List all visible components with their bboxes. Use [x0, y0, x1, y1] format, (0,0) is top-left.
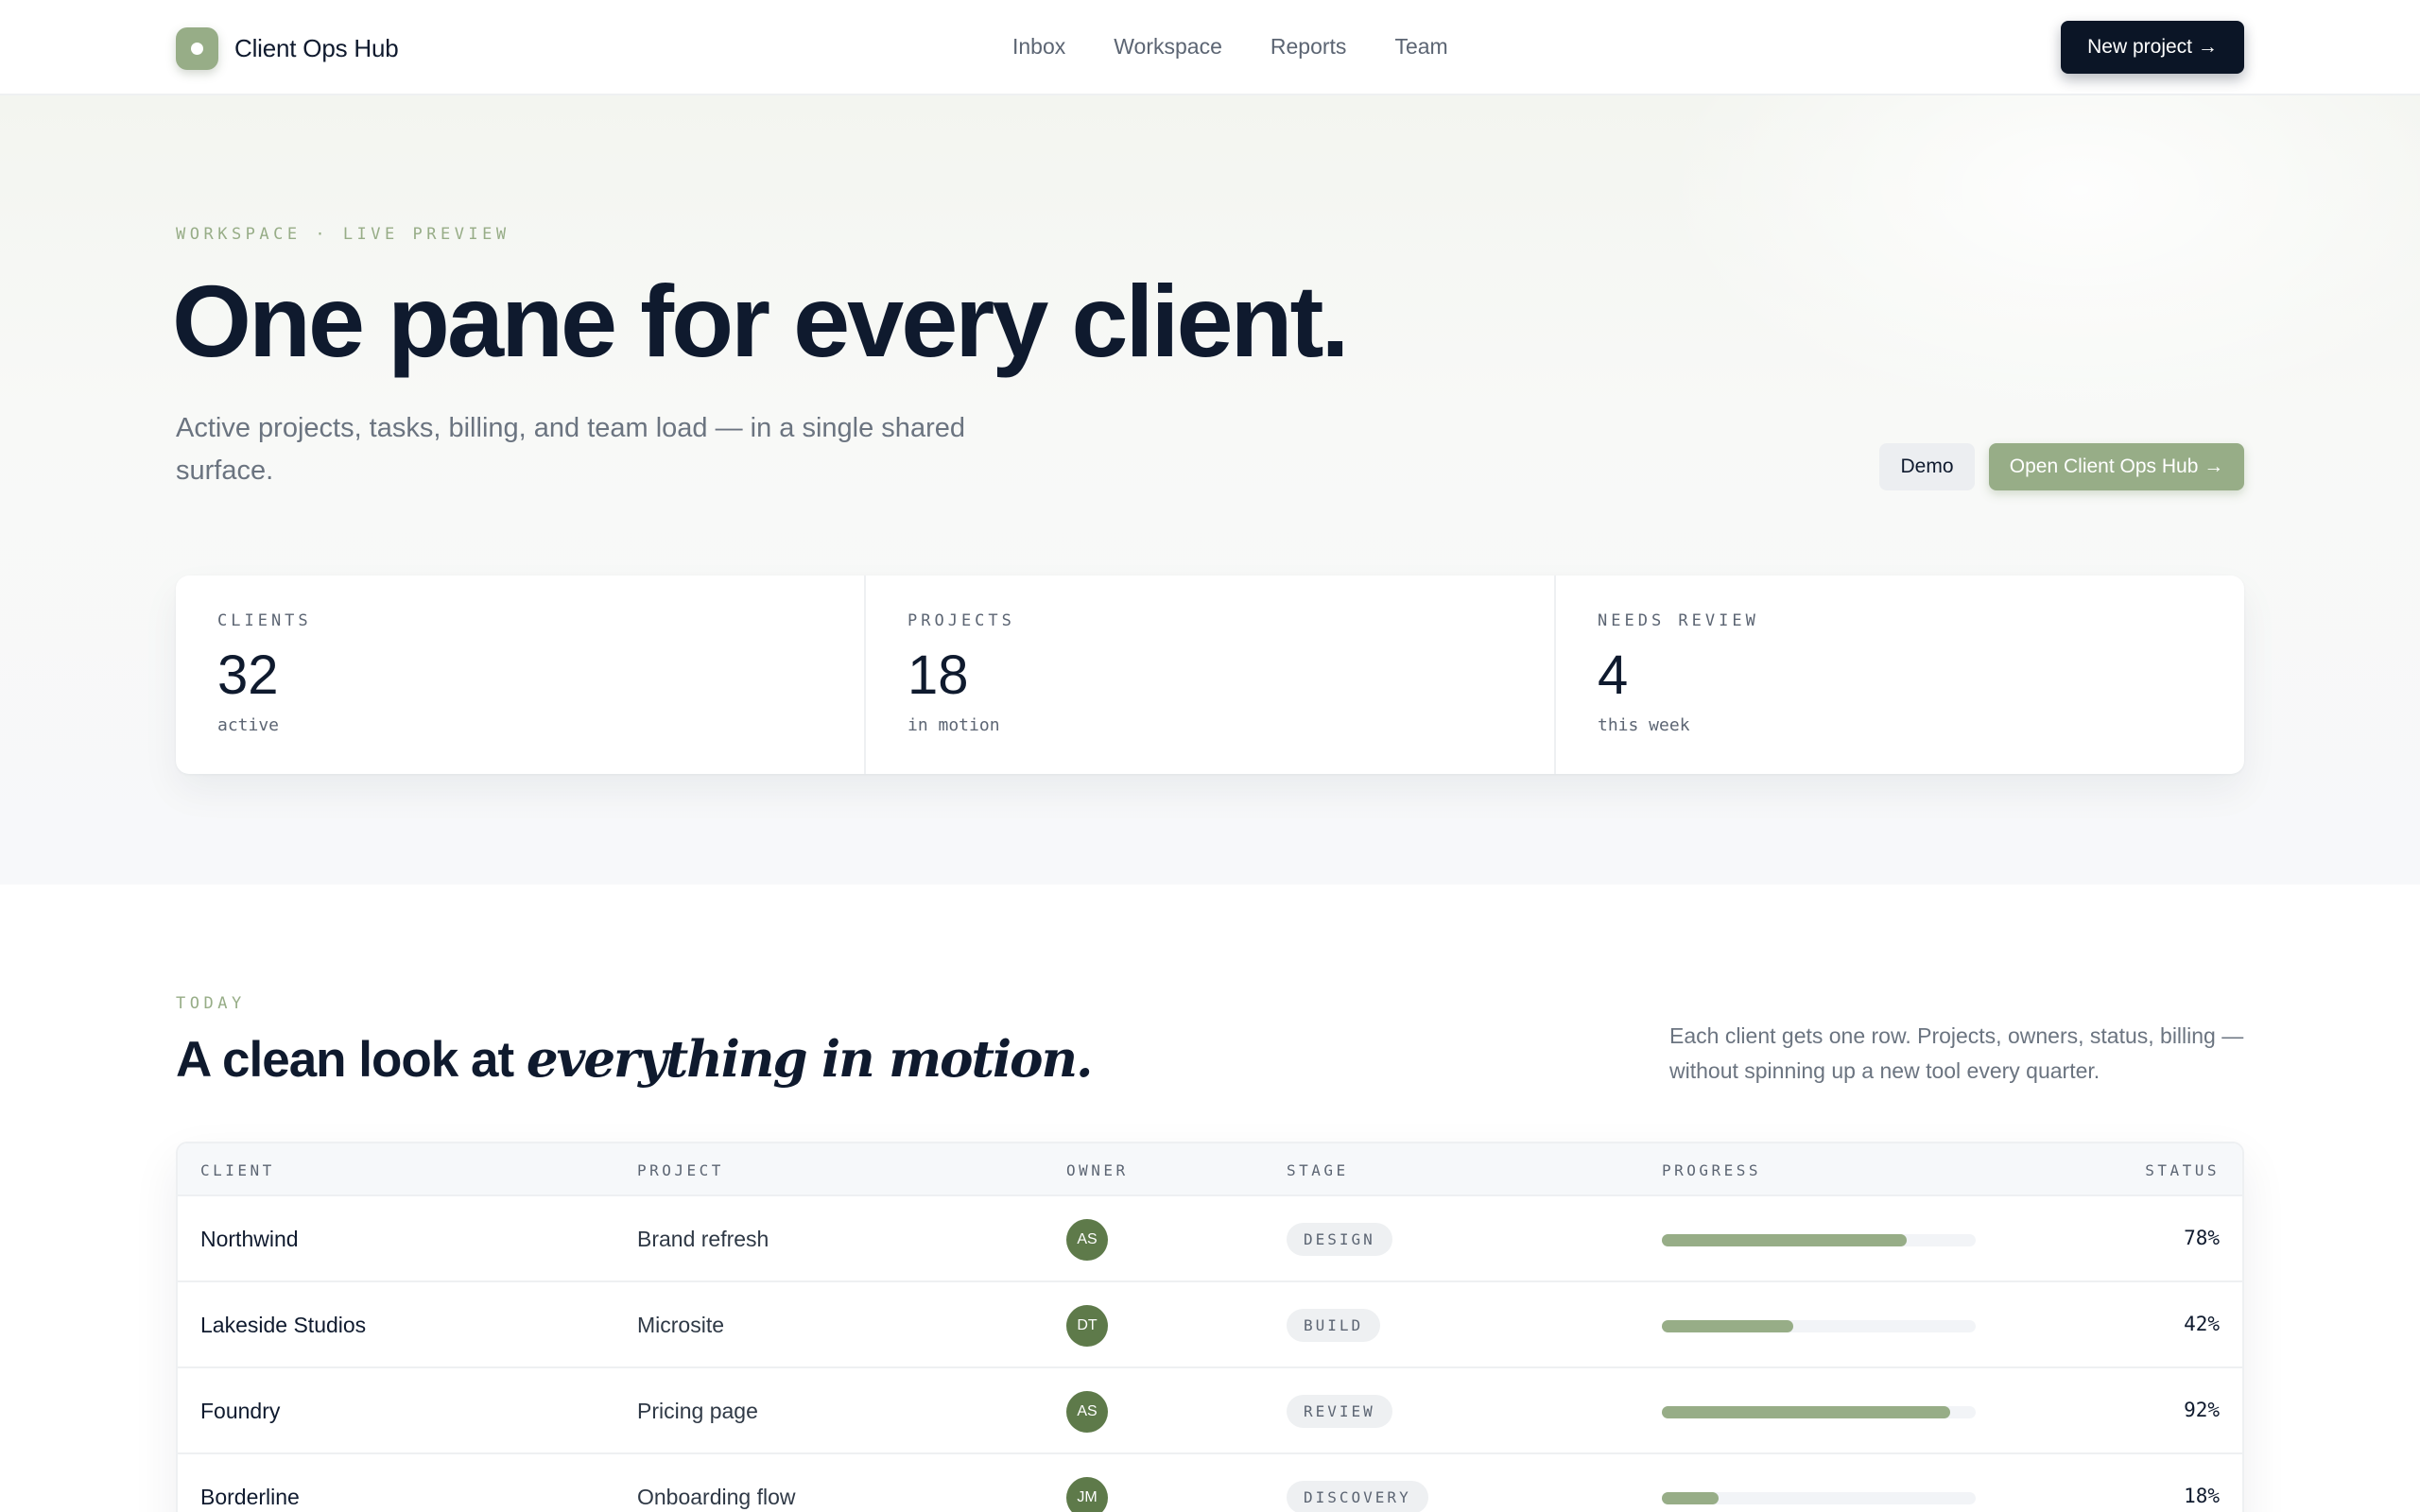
- stat-label: NEEDS REVIEW: [1598, 611, 1759, 630]
- stat-clients: CLIENTS 32 active: [176, 576, 866, 774]
- row-client: Lakeside Studios: [200, 1313, 367, 1337]
- nav-link-reports[interactable]: Reports: [1270, 34, 1347, 60]
- owner-avatar[interactable]: AS: [1066, 1391, 1108, 1433]
- section-description: Each client gets one row. Projects, owne…: [1669, 1023, 2244, 1083]
- hero-subtitle: Active projects, tasks, billing, and tea…: [176, 413, 965, 486]
- progress-fill: [1662, 1320, 1794, 1332]
- row-client: Foundry: [200, 1399, 281, 1423]
- table-row[interactable]: Foundry Pricing page AS REVIEW 92%: [178, 1368, 2242, 1454]
- col-progress[interactable]: PROGRESS: [1662, 1161, 1761, 1179]
- stat-value: 18: [908, 644, 969, 706]
- table-body: Northwind Brand refresh AS DESIGN 78% Lakesid…: [178, 1196, 2242, 1512]
- nav-link-inbox[interactable]: Inbox: [1012, 34, 1065, 60]
- col-stage[interactable]: STAGE: [1287, 1161, 1349, 1179]
- table-row[interactable]: Lakeside Studios Microsite DT BUILD 42%: [178, 1282, 2242, 1368]
- section-title: A clean look at everything in motion.: [176, 1030, 1094, 1089]
- stage-badge: DISCOVERY: [1287, 1481, 1428, 1512]
- owner-avatar[interactable]: AS: [1066, 1219, 1108, 1261]
- row-client: Borderline: [200, 1485, 300, 1509]
- row-project: Microsite: [637, 1313, 725, 1337]
- stat-projects: PROJECTS 18 in motion: [866, 576, 1556, 774]
- row-status: 18%: [2184, 1485, 2220, 1507]
- table-header: CLIENT PROJECT OWNER STAGE PROGRESS STAT…: [178, 1143, 2242, 1196]
- hero-section: WORKSPACE · LIVE PREVIEW One pane for ev…: [0, 95, 2420, 885]
- hero-title: One pane for every client.: [172, 264, 1349, 378]
- open-hub-button[interactable]: Open Client Ops Hub →: [1989, 443, 2244, 490]
- row-project: Brand refresh: [637, 1227, 769, 1251]
- brand[interactable]: Client Ops Hub: [176, 27, 399, 70]
- col-client[interactable]: CLIENT: [200, 1161, 275, 1179]
- progress-bar: [1662, 1406, 1976, 1418]
- col-status[interactable]: STATUS: [2145, 1161, 2220, 1179]
- row-client: Northwind: [200, 1227, 299, 1251]
- section-title-plain: A clean look at: [176, 1032, 527, 1088]
- top-nav: Client Ops Hub Inbox Workspace Reports T…: [0, 0, 2420, 95]
- stat-value: 4: [1598, 644, 1629, 706]
- nav-link-workspace[interactable]: Workspace: [1114, 34, 1222, 60]
- progress-fill: [1662, 1234, 1907, 1246]
- section-eyebrow: TODAY: [176, 994, 246, 1013]
- nav-link-team[interactable]: Team: [1394, 34, 1447, 60]
- brand-logo-icon: [176, 27, 218, 70]
- new-project-button[interactable]: New project →: [2061, 21, 2244, 74]
- stats-card: CLIENTS 32 active PROJECTS 18 in motion …: [176, 576, 2244, 774]
- stage-badge: BUILD: [1287, 1309, 1381, 1342]
- section-title-italic: everything in motion.: [526, 1030, 1094, 1089]
- owner-avatar[interactable]: DT: [1066, 1305, 1108, 1347]
- stat-label: CLIENTS: [217, 611, 312, 630]
- col-project[interactable]: PROJECT: [637, 1161, 724, 1179]
- stat-needs-review: NEEDS REVIEW 4 this week: [1556, 576, 2244, 774]
- row-project: Onboarding flow: [637, 1485, 796, 1509]
- progress-fill: [1662, 1406, 1951, 1418]
- nav-links: Inbox Workspace Reports Team: [1012, 34, 1496, 60]
- stat-sub: this week: [1598, 715, 1690, 735]
- stat-sub: active: [217, 715, 280, 735]
- row-status: 92%: [2184, 1399, 2220, 1421]
- stage-badge: DESIGN: [1287, 1223, 1392, 1256]
- clients-table: CLIENT PROJECT OWNER STAGE PROGRESS STAT…: [176, 1142, 2244, 1512]
- owner-avatar[interactable]: JM: [1066, 1477, 1108, 1512]
- progress-bar: [1662, 1320, 1976, 1332]
- demo-button[interactable]: Demo: [1879, 443, 1975, 490]
- col-owner[interactable]: OWNER: [1066, 1161, 1129, 1179]
- row-status: 78%: [2184, 1227, 2220, 1249]
- stat-value: 32: [217, 644, 279, 706]
- row-status: 42%: [2184, 1313, 2220, 1335]
- progress-bar: [1662, 1492, 1976, 1504]
- progress-bar: [1662, 1234, 1976, 1246]
- table-row[interactable]: Borderline Onboarding flow JM DISCOVERY 18%: [178, 1454, 2242, 1512]
- stat-sub: in motion: [908, 715, 1000, 735]
- stat-label: PROJECTS: [908, 611, 1015, 630]
- row-project: Pricing page: [637, 1399, 758, 1423]
- stage-badge: REVIEW: [1287, 1395, 1392, 1428]
- table-row[interactable]: Northwind Brand refresh AS DESIGN 78%: [178, 1196, 2242, 1282]
- brand-name: Client Ops Hub: [234, 34, 399, 62]
- progress-fill: [1662, 1492, 1719, 1504]
- hero-eyebrow: WORKSPACE · LIVE PREVIEW: [176, 225, 510, 244]
